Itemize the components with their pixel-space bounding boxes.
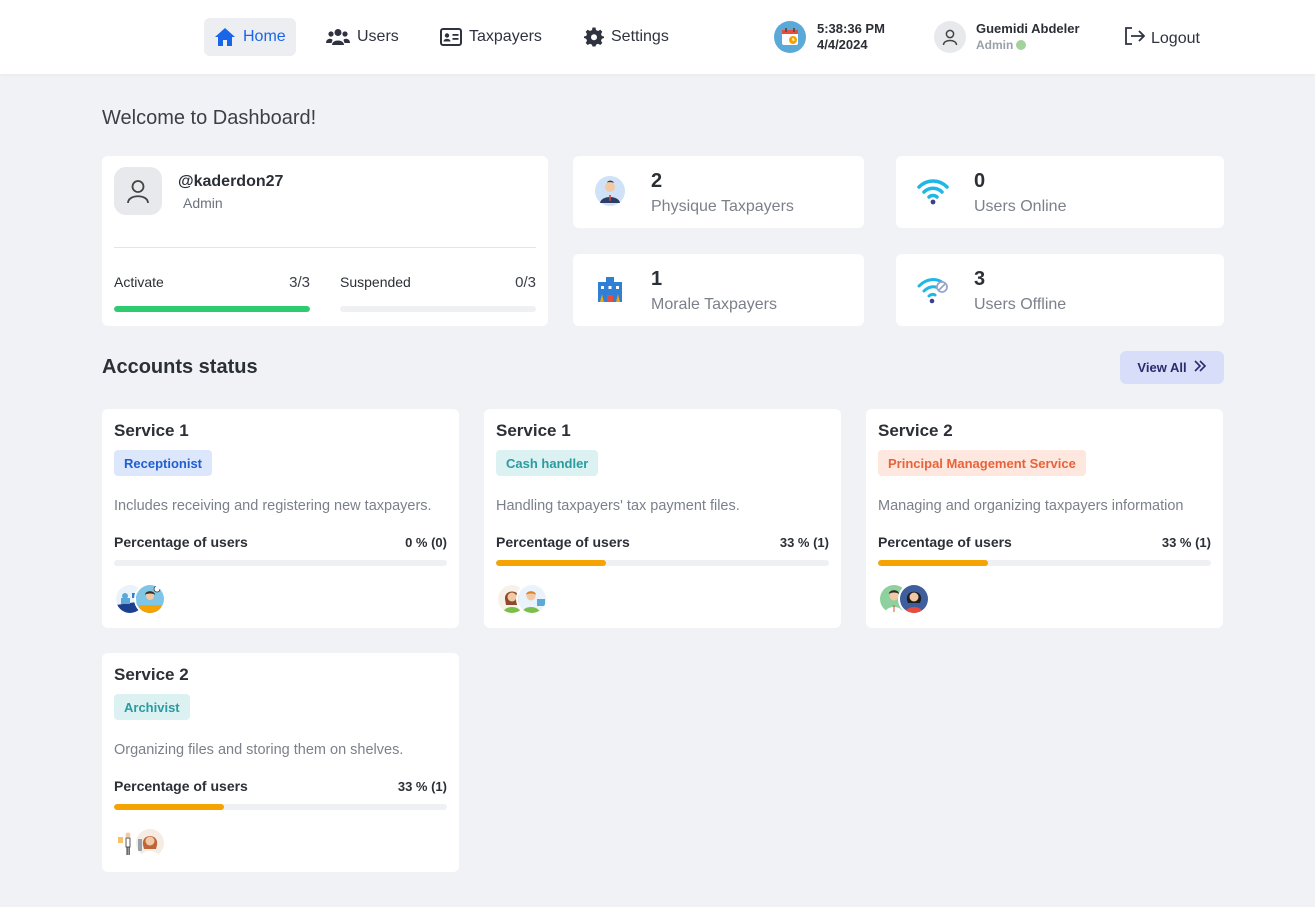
- service-card-receptionist[interactable]: Service 1 Receptionist Includes receivin…: [102, 409, 459, 628]
- nav-home-label: Home: [243, 28, 286, 45]
- service-title: Service 1: [496, 421, 571, 440]
- stat-card-morale-taxpayers[interactable]: 1 Morale Taxpayers: [573, 254, 864, 326]
- service-role-badge: Cash handler: [496, 450, 599, 476]
- stat-label: Users Offline: [974, 296, 1067, 313]
- avatar: [934, 20, 966, 53]
- current-time: 5:38:36 PM: [817, 21, 885, 36]
- stat-card-users-offline[interactable]: 3 Users Offline: [896, 254, 1224, 326]
- top-navbar: Home Users Taxpayers Settings 5:38:36 PM…: [0, 0, 1315, 74]
- avatar: [114, 167, 162, 215]
- activate-count: 3/3: [289, 274, 310, 291]
- activate-progress-bar: [114, 306, 310, 312]
- service-title: Service 1: [114, 421, 189, 440]
- nav-taxpayers-label: Taxpayers: [469, 28, 542, 45]
- stat-label: Morale Taxpayers: [651, 296, 777, 313]
- view-all-label: View All: [1137, 360, 1187, 375]
- stat-value: 0: [974, 170, 986, 192]
- building-icon: [593, 272, 627, 306]
- avatar: [516, 583, 548, 615]
- percentage-progress-fill: [878, 560, 988, 566]
- avatar: [134, 827, 166, 859]
- avatar: [134, 583, 166, 615]
- percentage-value: 0 % (0): [405, 535, 447, 550]
- user-menu[interactable]: Guemidi Abdeler Admin: [934, 20, 1080, 53]
- calendar-clock-icon: [774, 21, 806, 53]
- divider: [114, 247, 536, 248]
- page-title: Welcome to Dashboard!: [102, 107, 317, 129]
- nav-settings[interactable]: Settings: [574, 18, 679, 56]
- gear-icon: [584, 27, 604, 47]
- view-all-button[interactable]: View All: [1120, 351, 1224, 384]
- stat-card-users-online[interactable]: 0 Users Online: [896, 156, 1224, 228]
- double-chevron-right-icon: [1193, 360, 1207, 375]
- logout-icon: [1124, 26, 1146, 51]
- percentage-progress-bar: [878, 560, 1211, 566]
- logout-button[interactable]: Logout: [1124, 26, 1200, 51]
- current-date: 4/4/2024: [817, 37, 868, 52]
- profile-handle: @kaderdon27: [178, 173, 284, 190]
- percentage-progress-bar: [496, 560, 829, 566]
- service-description: Managing and organizing taxpayers inform…: [878, 498, 1184, 514]
- percentage-label: Percentage of users: [496, 534, 630, 550]
- suspended-progress-bar: [340, 306, 536, 312]
- percentage-progress-bar: [114, 560, 447, 566]
- nav-users[interactable]: Users: [316, 18, 409, 56]
- service-title: Service 2: [114, 665, 189, 684]
- stat-value: 1: [651, 268, 663, 290]
- avatar: [898, 583, 930, 615]
- service-description: Organizing files and storing them on she…: [114, 742, 404, 758]
- percentage-value: 33 % (1): [397, 779, 447, 794]
- nav-taxpayers[interactable]: Taxpayers: [430, 18, 552, 56]
- percentage-label: Percentage of users: [878, 534, 1012, 550]
- nav-home[interactable]: Home: [204, 18, 296, 56]
- percentage-label: Percentage of users: [114, 534, 248, 550]
- suspended-count: 0/3: [515, 274, 536, 291]
- service-role-badge: Receptionist: [114, 450, 213, 476]
- home-icon: [214, 27, 236, 47]
- wifi-off-icon: [916, 272, 950, 306]
- percentage-progress-fill: [496, 560, 606, 566]
- service-role-badge: Principal Management Service: [878, 450, 1086, 476]
- stat-value: 3: [974, 268, 986, 290]
- service-description: Handling taxpayers' tax payment files.: [496, 498, 740, 514]
- nav-users-label: Users: [357, 28, 399, 45]
- percentage-label: Percentage of users: [114, 778, 248, 794]
- activate-progress-fill: [114, 306, 310, 312]
- stat-label: Users Online: [974, 198, 1067, 215]
- activate-label: Activate: [114, 274, 164, 290]
- clock-display: 5:38:36 PM 4/4/2024: [774, 21, 885, 53]
- service-role-badge: Archivist: [114, 694, 190, 720]
- percentage-progress-bar: [114, 804, 447, 810]
- service-card-archivist[interactable]: Service 2 Archivist Organizing files and…: [102, 653, 459, 872]
- online-status-dot: [1016, 40, 1027, 50]
- service-title: Service 2: [878, 421, 953, 440]
- service-description: Includes receiving and registering new t…: [114, 498, 432, 514]
- user-role: Admin: [976, 37, 1080, 53]
- person-taxpayer-icon: [593, 174, 627, 208]
- suspended-label: Suspended: [340, 274, 411, 290]
- section-title-accounts-status: Accounts status: [102, 356, 258, 378]
- percentage-value: 33 % (1): [1161, 535, 1211, 550]
- stat-value: 2: [651, 170, 663, 192]
- user-role-text: Admin: [976, 38, 1014, 52]
- percentage-value: 33 % (1): [779, 535, 829, 550]
- user-name: Guemidi Abdeler: [976, 21, 1080, 36]
- service-card-cash-handler[interactable]: Service 1 Cash handler Handling taxpayer…: [484, 409, 841, 628]
- service-card-principal-management[interactable]: Service 2 Principal Management Service M…: [866, 409, 1223, 628]
- profile-card: @kaderdon27 Admin Activate 3/3 Suspended…: [102, 156, 548, 326]
- percentage-progress-fill: [114, 804, 224, 810]
- id-card-icon: [440, 28, 462, 46]
- stat-label: Physique Taxpayers: [651, 198, 794, 215]
- profile-role: Admin: [183, 195, 223, 211]
- stat-card-physique-taxpayers[interactable]: 2 Physique Taxpayers: [573, 156, 864, 228]
- wifi-icon: [916, 174, 950, 208]
- nav-settings-label: Settings: [611, 28, 669, 45]
- users-icon: [326, 28, 350, 46]
- logout-label: Logout: [1151, 29, 1200, 47]
